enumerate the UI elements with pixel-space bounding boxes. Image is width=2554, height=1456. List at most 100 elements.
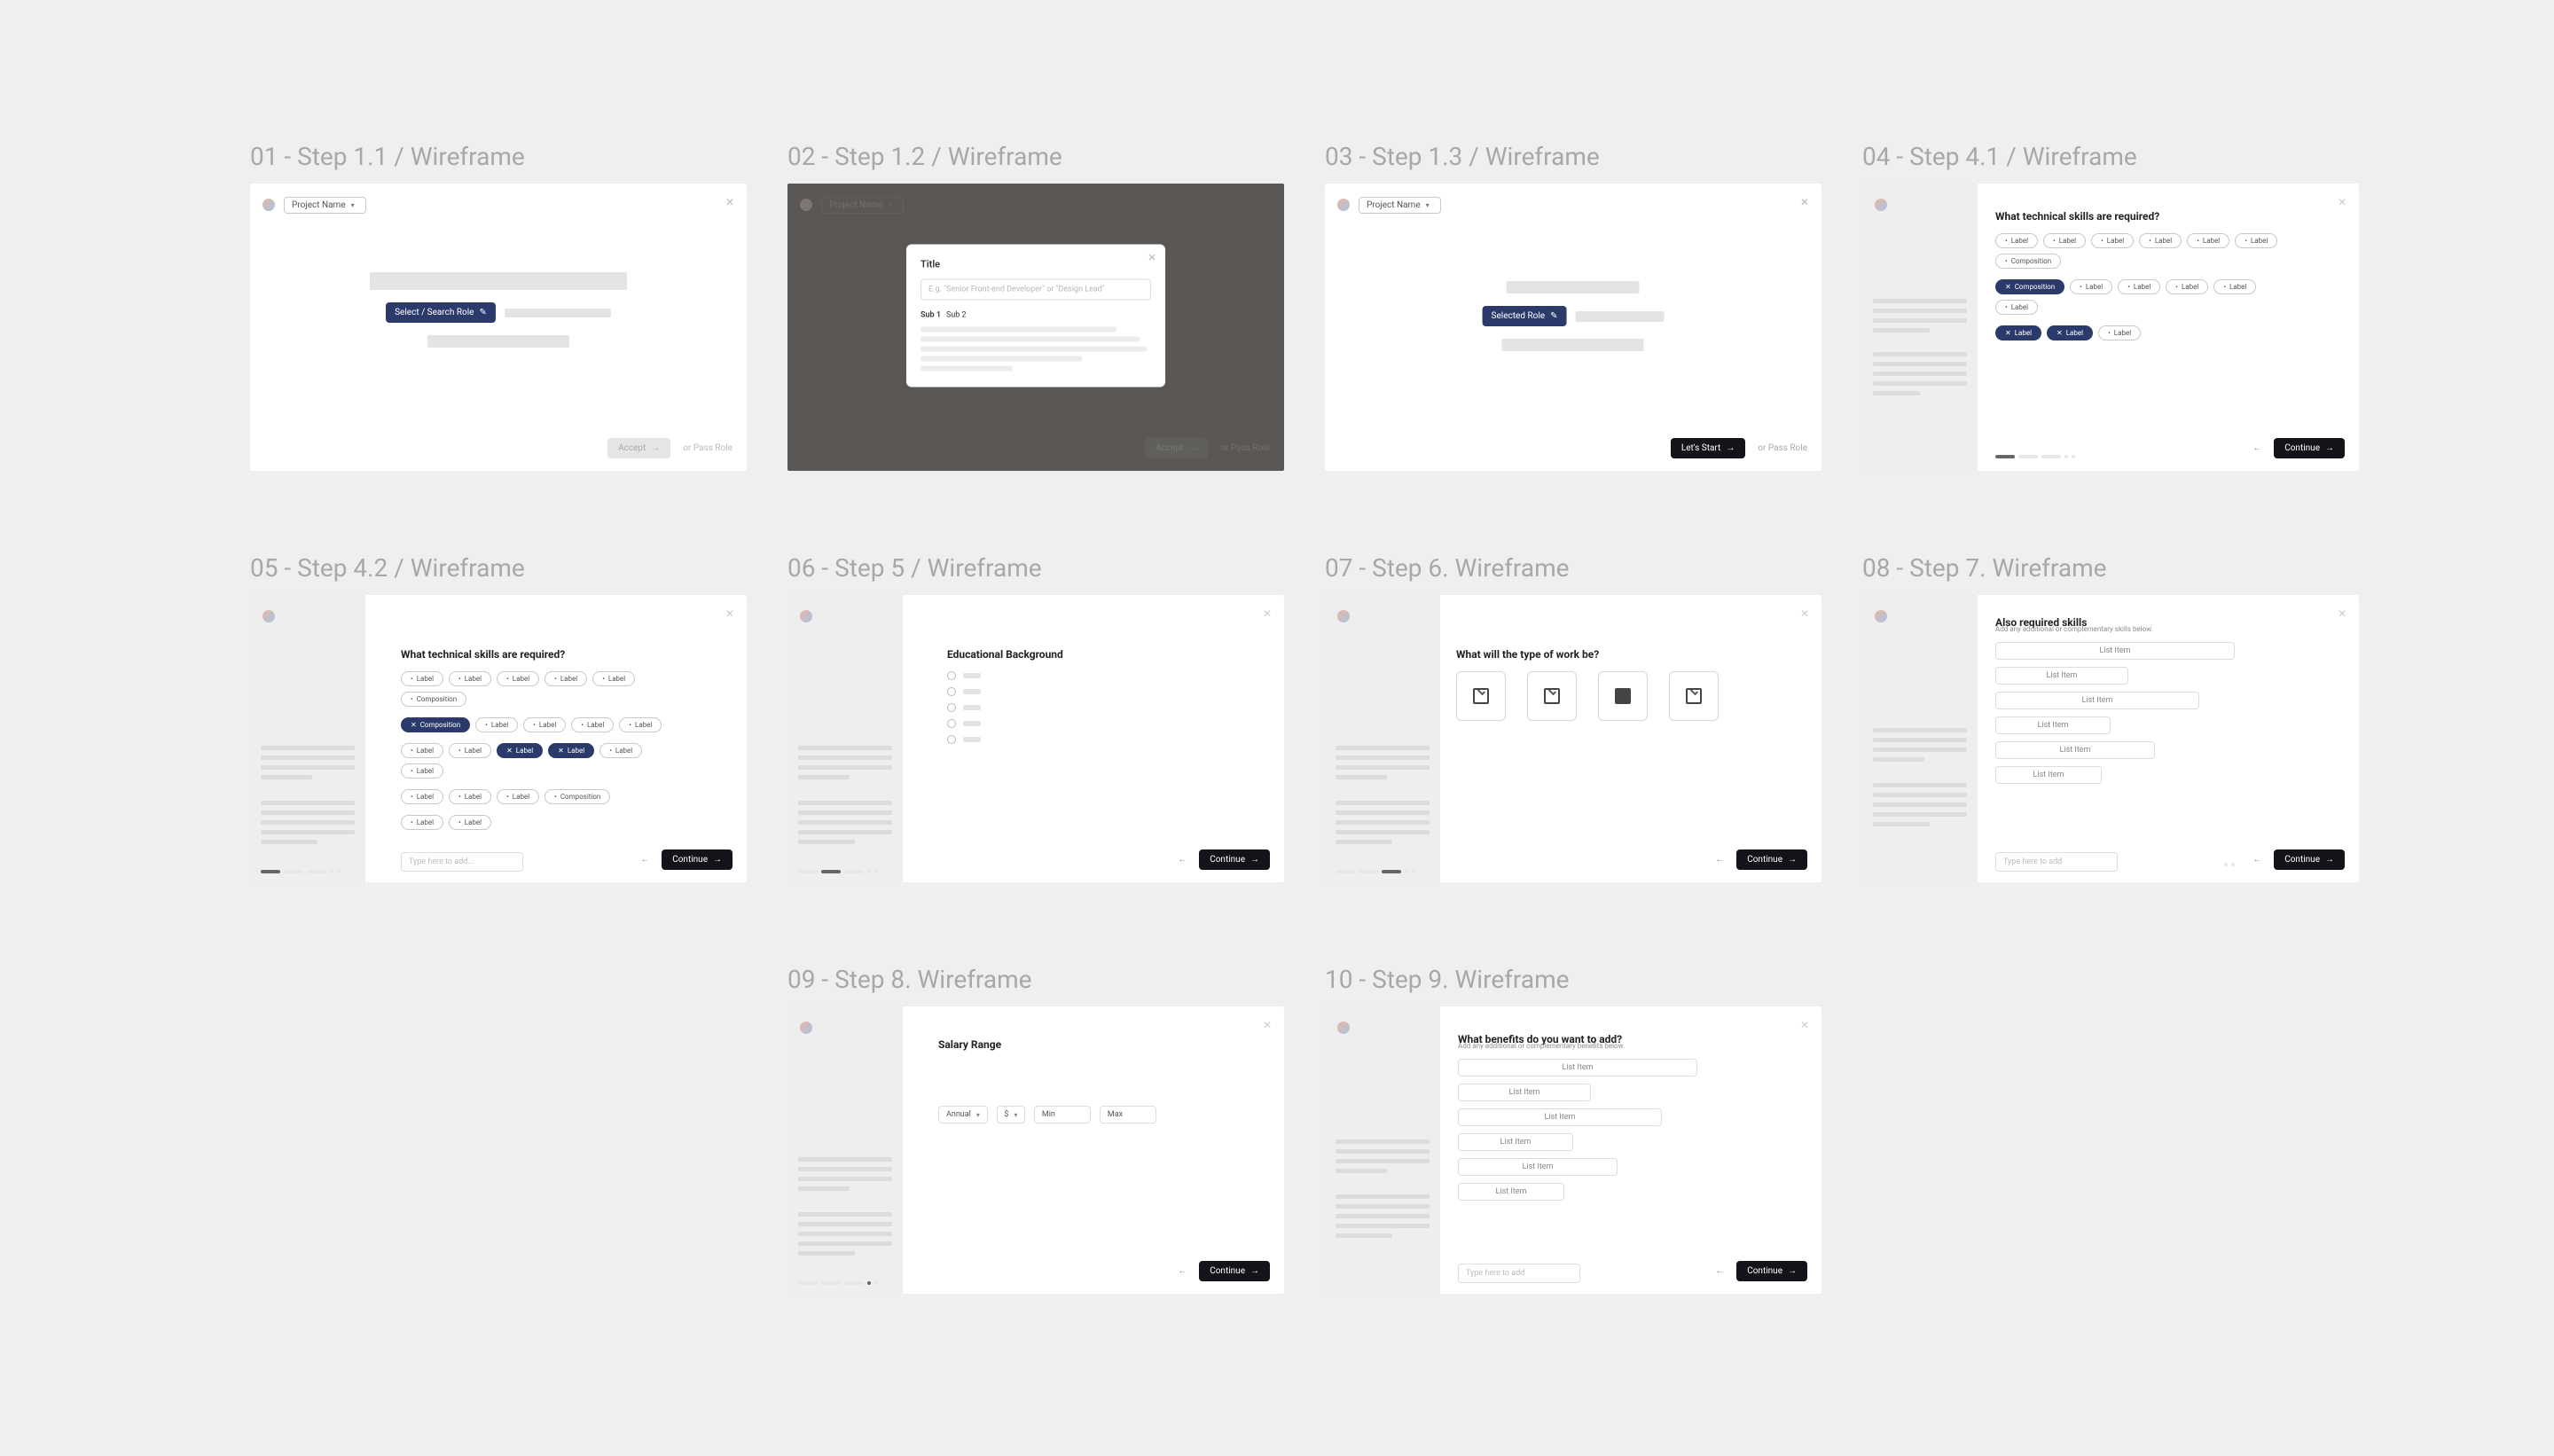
continue-button[interactable]: Continue [662,849,733,870]
work-type-card[interactable] [1598,671,1648,721]
skill-tag[interactable]: ✕ Composition [1995,279,2064,294]
prev-button[interactable] [2252,855,2261,865]
skill-tag[interactable]: • Label [2187,233,2229,248]
close-icon[interactable]: ✕ [1800,196,1809,208]
skill-tag[interactable]: • Label [599,743,642,758]
add-skill-input[interactable]: Type here to add... [401,852,523,872]
close-icon[interactable]: ✕ [1263,1019,1272,1031]
prev-button[interactable] [640,855,649,865]
close-icon[interactable]: ✕ [1800,1019,1809,1031]
alt-action[interactable]: or Pass Role [1758,443,1807,453]
selected-role-button[interactable]: Selected Role✎ [1483,306,1567,326]
skill-tag[interactable]: ✕ Label [548,743,594,758]
skill-tag[interactable]: • Label [2118,279,2160,294]
accept-button[interactable]: Accept [607,438,670,458]
period-select[interactable]: Annual [938,1106,988,1123]
add-item-input[interactable]: Type here to add [1458,1264,1580,1283]
project-selector[interactable]: Project Name [1359,197,1441,214]
skill-tag[interactable]: ✕ Label [497,743,543,758]
skill-tag[interactable]: • Label [2098,325,2141,341]
skill-tag[interactable]: • Label [2091,233,2134,248]
currency-select[interactable]: $ [997,1106,1025,1123]
list-item[interactable]: List Item [1995,741,2155,759]
skill-tag[interactable]: • Label [449,671,491,686]
skill-tag[interactable]: • Label [449,815,491,830]
continue-button[interactable]: Continue [2274,849,2345,870]
list-item[interactable]: List Item [1458,1108,1662,1126]
prev-button[interactable] [1178,855,1187,865]
skill-tag[interactable]: • Label [449,743,491,758]
skill-tag[interactable]: • Label [2213,279,2256,294]
skill-tag[interactable]: ✕ Label [1995,325,2041,341]
skill-tag[interactable]: • Label [401,815,443,830]
prev-button[interactable] [1715,1266,1724,1276]
select-role-button[interactable]: Select / Search Role✎ [386,302,496,323]
list-item[interactable]: List Item [1995,667,2128,685]
list-item[interactable]: List Item [1995,766,2102,784]
project-selector[interactable]: Project Name [284,197,366,214]
skill-tag[interactable]: ✕ Label [2047,325,2093,341]
list-item[interactable]: List Item [1458,1183,1564,1201]
list-item[interactable]: List Item [1995,692,2199,709]
skill-tag[interactable]: • Label [2166,279,2208,294]
skill-tag[interactable]: • Label [571,717,614,732]
add-item-input[interactable]: Type here to add [1995,852,2118,872]
close-icon[interactable]: ✕ [1263,607,1272,620]
skill-tag[interactable]: • Label [449,789,491,804]
min-input[interactable]: Min [1034,1106,1091,1123]
skill-tag[interactable]: ✕ Composition [401,717,470,732]
skill-tag[interactable]: • Label [592,671,635,686]
close-icon[interactable]: ✕ [1800,607,1809,620]
continue-button[interactable]: Continue [1736,1261,1807,1281]
radio-option[interactable] [947,719,1266,728]
list-item[interactable]: List Item [1458,1084,1591,1101]
skill-tag[interactable]: • Label [619,717,662,732]
continue-button[interactable]: Continue [1736,849,1807,870]
continue-button[interactable]: Continue [1199,849,1270,870]
work-type-card[interactable] [1527,671,1577,721]
skill-tag[interactable]: • Label [475,717,518,732]
close-icon[interactable]: ✕ [2338,196,2346,208]
start-button[interactable]: Let's Start [1671,438,1746,458]
skill-tag[interactable]: • Label [1995,233,2038,248]
skill-tag[interactable]: • Label [497,671,539,686]
close-icon[interactable]: ✕ [725,196,734,208]
skill-tag[interactable]: • Label [2139,233,2182,248]
skill-tag[interactable]: • Label [544,671,587,686]
max-input[interactable]: Max [1100,1106,1156,1123]
skill-tag[interactable]: • Label [523,717,566,732]
skill-tag[interactable]: • Composition [544,789,610,804]
prev-button[interactable] [1715,855,1724,865]
list-item[interactable]: List Item [1458,1059,1697,1076]
skill-tag[interactable]: • Label [401,671,443,686]
list-item[interactable]: List Item [1458,1133,1573,1151]
skill-tag[interactable]: • Composition [401,692,466,707]
continue-button[interactable]: Continue [2274,438,2345,458]
skill-tag[interactable]: • Label [401,743,443,758]
radio-option[interactable] [947,735,1266,744]
continue-button[interactable]: Continue [1199,1261,1270,1281]
skill-tag[interactable]: • Label [401,789,443,804]
work-type-card[interactable] [1456,671,1506,721]
radio-option[interactable] [947,671,1266,680]
close-icon[interactable]: ✕ [1148,252,1156,264]
skill-tag[interactable]: • Composition [1995,254,2061,269]
list-item[interactable]: List Item [1458,1158,1618,1176]
skill-tag[interactable]: • Label [2043,233,2086,248]
prev-button[interactable] [1178,1266,1187,1276]
radio-option[interactable] [947,687,1266,696]
list-item[interactable]: List Item [1995,716,2111,734]
skill-tag[interactable]: • Label [2070,279,2112,294]
role-input[interactable]: E.g. "Senior Front-end Developer" or "De… [921,279,1151,301]
radio-option[interactable] [947,703,1266,712]
alt-action[interactable]: or Pass Role [683,443,733,453]
stepper [1336,870,1415,873]
skill-tag[interactable]: • Label [2235,233,2277,248]
work-type-card[interactable] [1669,671,1719,721]
list-item[interactable]: List Item [1995,642,2235,660]
skill-tag[interactable]: • Label [401,763,443,779]
prev-button[interactable] [2252,443,2261,453]
skill-tag[interactable]: • Label [1995,300,2038,315]
skill-tag[interactable]: • Label [497,789,539,804]
close-icon[interactable]: ✕ [725,607,734,620]
